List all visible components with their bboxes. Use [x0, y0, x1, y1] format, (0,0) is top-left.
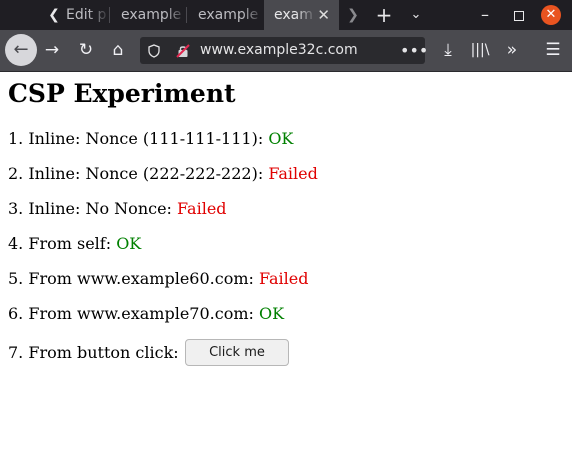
item-label: 1. Inline: Nonce (111-111-111): [8, 129, 269, 148]
status-failed: Failed [177, 199, 227, 218]
tab-separator [186, 7, 187, 23]
list-item-button-row: 7. From button click: [8, 343, 179, 362]
library-icon[interactable]: |||\ [466, 36, 494, 64]
close-icon[interactable]: ✕ [541, 5, 561, 25]
status-ok: OK [116, 234, 142, 253]
item-label: 2. Inline: Nonce (222-222-222): [8, 164, 269, 183]
reload-icon[interactable]: ↻ [72, 36, 100, 64]
hamburger-menu-icon[interactable]: ☰ [539, 36, 567, 64]
double-chevron-icon[interactable]: » [498, 36, 526, 64]
status-ok: OK [268, 129, 294, 148]
tab-4-active[interactable]: exam ✕ [264, 0, 339, 30]
item-label: 5. From www.example60.com: [8, 269, 259, 288]
insecure-lock-icon[interactable] [176, 37, 190, 64]
plus-icon[interactable]: + [373, 0, 395, 30]
list-item: 2. Inline: Nonce (222-222-222): Failed [8, 164, 318, 183]
maximize-icon[interactable] [509, 0, 529, 30]
item-label: 3. Inline: No Nonce: [8, 199, 178, 218]
shield-icon[interactable] [148, 37, 160, 64]
list-item: 4. From self: OK [8, 234, 141, 253]
click-me-button[interactable]: Click me [185, 339, 289, 366]
minimize-icon[interactable]: – [475, 0, 495, 30]
tab-3[interactable]: example [188, 0, 264, 30]
tab-strip: ❮ Edit p example example exam ✕ ❯ + ⌄ – … [0, 0, 572, 30]
status-ok: OK [258, 304, 285, 323]
item-label: 4. From self: [8, 234, 117, 253]
list-item: 3. Inline: No Nonce: Failed [8, 199, 227, 218]
more-dots-icon[interactable]: ••• [400, 37, 428, 64]
item-label: 6. From www.example70.com: [8, 304, 259, 323]
list-item: 5. From www.example60.com: Failed [8, 269, 308, 288]
tab-separator [109, 7, 110, 23]
url-text[interactable]: www.example32c.com [200, 37, 358, 64]
tab-close-icon[interactable]: ✕ [317, 0, 330, 30]
page-title: CSP Experiment [8, 79, 236, 108]
item-label: 7. From button click: [8, 343, 179, 362]
arrow-left-icon[interactable]: ← [5, 34, 37, 66]
status-failed: Failed [268, 164, 318, 183]
chevron-down-icon[interactable]: ⌄ [406, 0, 426, 30]
home-icon[interactable]: ⌂ [104, 36, 132, 64]
list-item: 6. From www.example70.com: OK [8, 304, 284, 323]
arrow-right-icon[interactable]: → [38, 36, 66, 64]
chevron-right-icon[interactable]: ❯ [343, 0, 363, 30]
download-icon[interactable]: ⤓ [434, 36, 462, 64]
status-failed: Failed [258, 269, 309, 288]
tab-2[interactable]: example [111, 0, 187, 30]
tab-1[interactable]: Edit p [58, 0, 110, 30]
list-item: 1. Inline: Nonce (111-111-111): OK [8, 129, 293, 148]
